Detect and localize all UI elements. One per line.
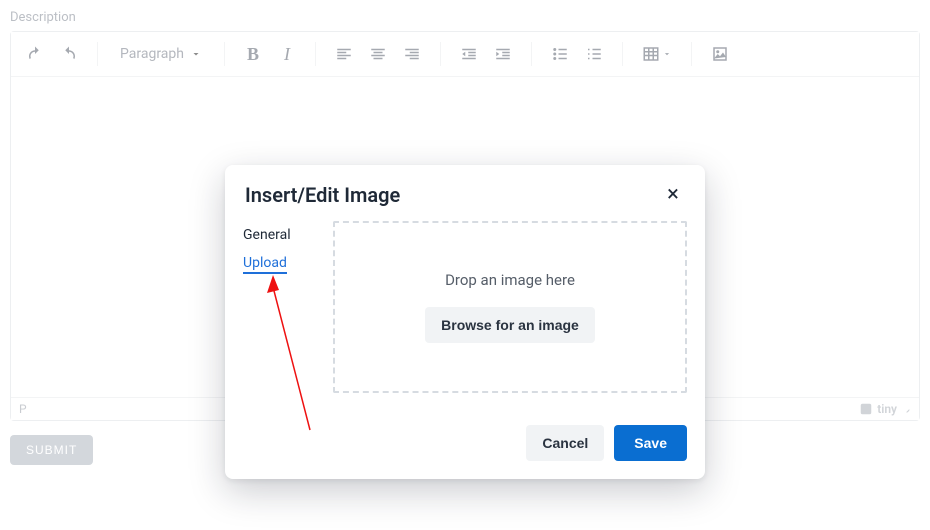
bullet-list-button[interactable]: [546, 40, 574, 68]
tab-general[interactable]: General: [243, 227, 313, 243]
insert-image-button[interactable]: [706, 40, 734, 68]
indent-button[interactable]: [489, 40, 517, 68]
cancel-button[interactable]: Cancel: [526, 425, 604, 461]
editor-toolbar: Paragraph B I: [11, 32, 919, 77]
insert-image-dialog: Insert/Edit Image × General Upload Drop …: [225, 165, 705, 479]
align-left-button[interactable]: [330, 40, 358, 68]
table-button[interactable]: [637, 40, 677, 68]
undo-button[interactable]: [21, 40, 49, 68]
element-path: P: [19, 402, 27, 416]
align-right-button[interactable]: [398, 40, 426, 68]
bold-button[interactable]: B: [239, 40, 267, 68]
dropzone-text: Drop an image here: [445, 271, 575, 289]
italic-button[interactable]: I: [273, 40, 301, 68]
chevron-down-icon: [662, 45, 672, 63]
numbered-list-button[interactable]: [580, 40, 608, 68]
block-format-label: Paragraph: [120, 46, 184, 62]
submit-button[interactable]: SUBMIT: [10, 435, 93, 465]
tab-upload[interactable]: Upload: [243, 255, 287, 274]
resize-handle-icon[interactable]: [901, 402, 911, 416]
save-button[interactable]: Save: [614, 425, 687, 461]
block-format-select[interactable]: Paragraph: [112, 42, 210, 66]
align-center-button[interactable]: [364, 40, 392, 68]
close-icon[interactable]: ×: [661, 183, 685, 207]
chevron-down-icon: [190, 48, 202, 60]
browse-image-button[interactable]: Browse for an image: [425, 307, 595, 343]
description-label: Description: [10, 10, 920, 25]
outdent-button[interactable]: [455, 40, 483, 68]
redo-button[interactable]: [55, 40, 83, 68]
dialog-title: Insert/Edit Image: [245, 183, 400, 207]
tiny-brand: tiny: [859, 402, 911, 416]
upload-dropzone[interactable]: Drop an image here Browse for an image: [333, 221, 687, 393]
dialog-tabs: General Upload: [243, 221, 313, 393]
